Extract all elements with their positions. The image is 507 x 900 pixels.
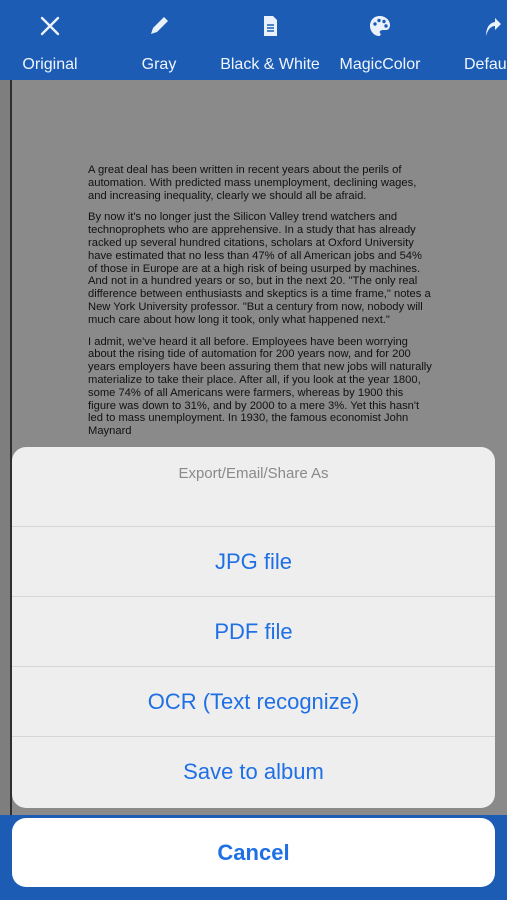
filter-black-white-label: Black & White bbox=[220, 56, 320, 73]
document-icon bbox=[264, 16, 277, 36]
export-action-sheet: Export/Email/Share As JPG file PDF file … bbox=[12, 447, 495, 808]
filter-magiccolor[interactable]: MagicColor bbox=[330, 0, 430, 80]
filter-gray[interactable]: Gray bbox=[109, 0, 209, 80]
ocr-button[interactable]: OCR (Text recognize) bbox=[12, 667, 495, 737]
filter-default-label: Defau bbox=[464, 56, 507, 73]
pencil-icon bbox=[151, 17, 168, 34]
filter-gray-label: Gray bbox=[141, 56, 177, 73]
filter-toolbar: Original Gray Black & White MagicColor D… bbox=[0, 0, 507, 80]
filter-default[interactable]: Defau bbox=[452, 0, 507, 80]
jpg-file-button[interactable]: JPG file bbox=[12, 527, 495, 597]
share-arrow-icon bbox=[486, 18, 501, 36]
document-paragraph: I admit, we've heard it all before. Empl… bbox=[88, 335, 432, 438]
cancel-button[interactable]: Cancel bbox=[12, 818, 495, 887]
wand-off-icon bbox=[40, 16, 60, 36]
filter-magiccolor-label: MagicColor bbox=[339, 56, 421, 73]
palette-icon bbox=[370, 16, 390, 36]
filter-original-label: Original bbox=[22, 56, 78, 73]
document-text: A great deal has been written in recent … bbox=[88, 164, 433, 447]
filter-black-white[interactable]: Black & White bbox=[210, 0, 330, 80]
document-paragraph: By now it's no longer just the Silicon V… bbox=[88, 211, 431, 326]
action-sheet-title: Export/Email/Share As bbox=[12, 447, 495, 527]
filter-original[interactable]: Original bbox=[0, 0, 100, 80]
pdf-file-button[interactable]: PDF file bbox=[12, 597, 495, 667]
save-to-album-button[interactable]: Save to album bbox=[12, 737, 495, 807]
document-paragraph: A great deal has been written in recent … bbox=[88, 164, 417, 202]
